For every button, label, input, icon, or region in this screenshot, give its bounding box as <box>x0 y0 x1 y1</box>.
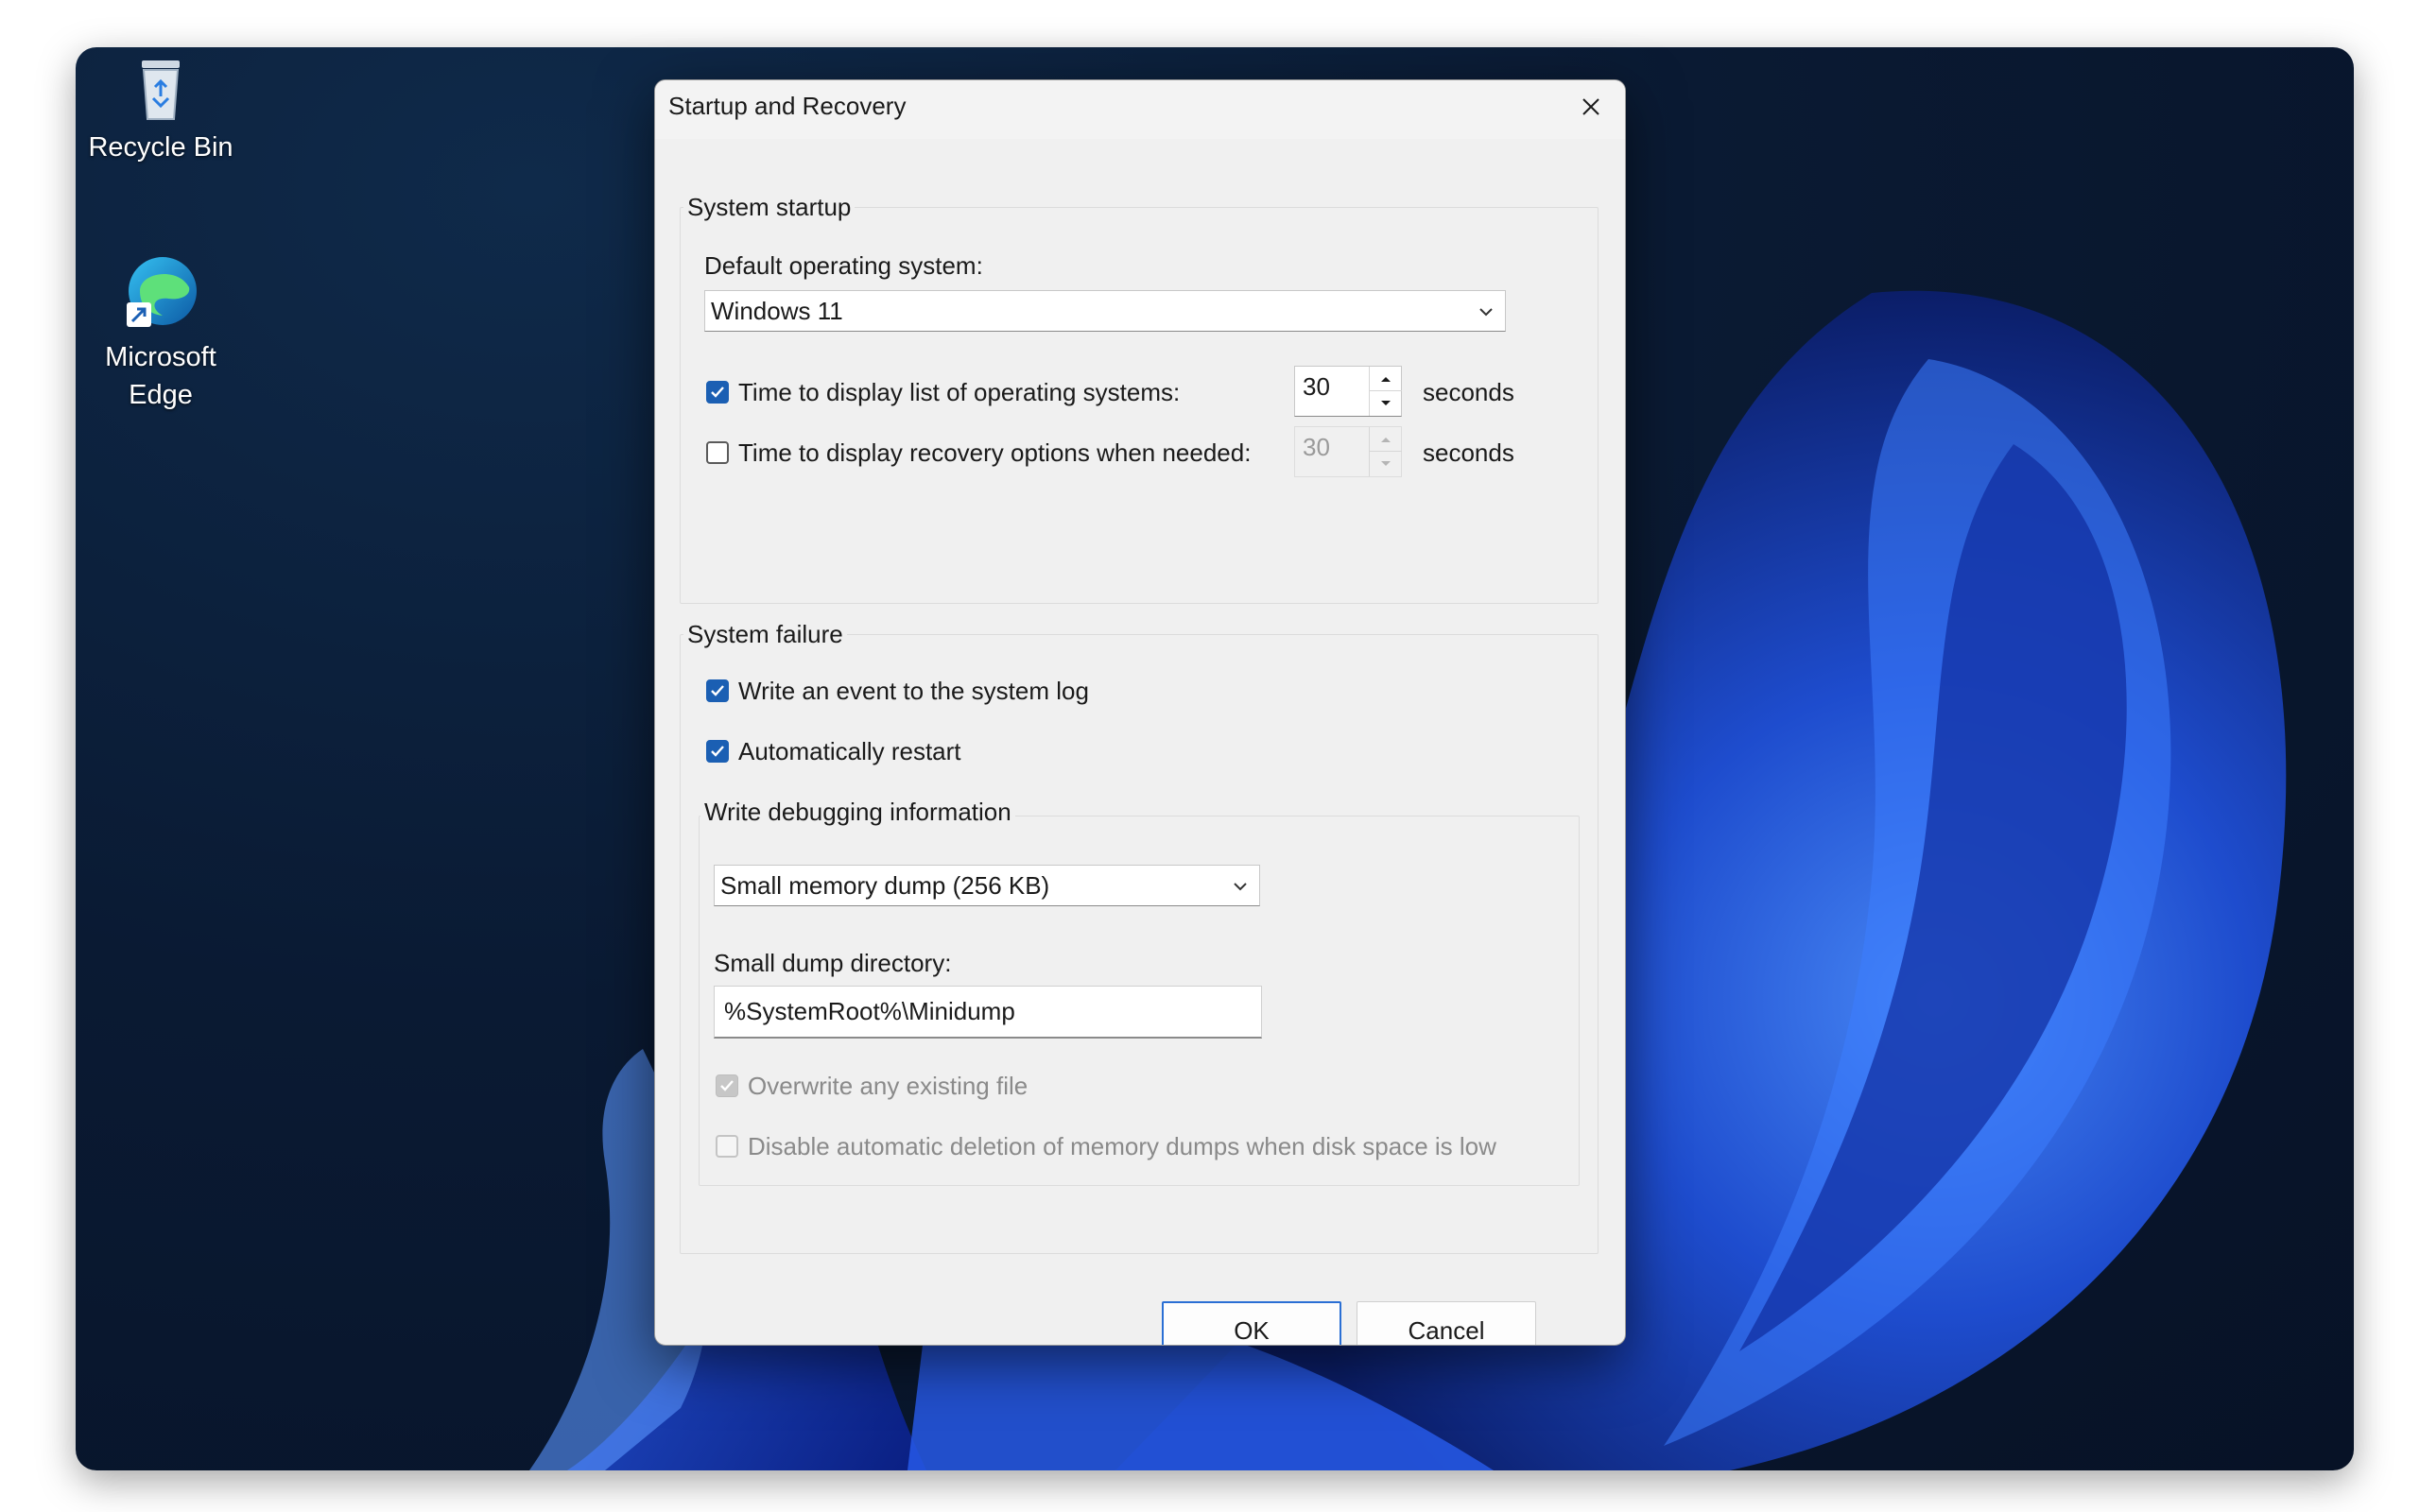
dump-type-value: Small memory dump (256 KB) <box>720 871 1050 900</box>
desktop-icon-recycle-bin[interactable]: Recycle Bin <box>76 55 246 166</box>
spin-up-button[interactable] <box>1370 367 1402 391</box>
time-recovery-value: 30 <box>1303 433 1330 461</box>
time-list-spinner[interactable]: 30 <box>1294 366 1402 417</box>
time-recovery-checkbox[interactable] <box>706 441 729 464</box>
dump-type-dropdown[interactable]: Small memory dump (256 KB) <box>714 865 1260 906</box>
time-recovery-unit: seconds <box>1423 438 1514 467</box>
dump-dir-label: Small dump directory: <box>714 949 952 977</box>
edge-icon <box>76 253 246 333</box>
edge-label-text: Microsoft Edge <box>105 342 216 410</box>
ok-button[interactable]: OK <box>1162 1301 1341 1345</box>
title-bar[interactable]: Startup and Recovery <box>655 80 1625 139</box>
caret-down-icon <box>1381 401 1391 405</box>
chevron-down-icon <box>1477 302 1495 326</box>
dump-dir-input[interactable] <box>715 987 1261 1037</box>
cancel-button[interactable]: Cancel <box>1357 1301 1536 1345</box>
spin-down-button[interactable] <box>1370 391 1402 416</box>
overwrite-checkbox <box>716 1074 738 1097</box>
time-list-unit: seconds <box>1423 378 1514 406</box>
time-list-checkbox[interactable] <box>706 381 729 404</box>
debug-info-title: Write debugging information <box>700 797 1015 827</box>
close-icon <box>1581 96 1601 122</box>
caret-up-icon <box>1381 376 1391 382</box>
write-event-label: Write an event to the system log <box>738 677 1089 705</box>
spin-up-button <box>1370 427 1402 452</box>
disable-deletion-checkbox <box>716 1135 738 1158</box>
desktop-icon-edge[interactable]: Microsoft Edge <box>76 253 246 414</box>
caret-up-icon <box>1381 437 1391 442</box>
default-os-label: Default operating system: <box>704 251 983 280</box>
spin-down-button <box>1370 452 1402 476</box>
time-recovery-label: Time to display recovery options when ne… <box>738 438 1252 467</box>
auto-restart-label: Automatically restart <box>738 737 961 765</box>
startup-recovery-dialog: Startup and Recovery System startup Defa… <box>654 79 1626 1346</box>
desktop-icon-label: Recycle Bin <box>88 132 233 163</box>
auto-restart-checkbox[interactable] <box>706 740 729 763</box>
system-startup-title: System startup <box>683 192 856 222</box>
dump-dir-field[interactable] <box>714 986 1262 1039</box>
caret-down-icon <box>1381 461 1391 466</box>
desktop-icon-label: Microsoft Edge <box>76 338 246 414</box>
recycle-bin-icon <box>76 55 246 123</box>
disable-deletion-label: Disable automatic deletion of memory dum… <box>748 1132 1496 1160</box>
write-event-checkbox[interactable] <box>706 679 729 702</box>
overwrite-label: Overwrite any existing file <box>748 1072 1028 1100</box>
chevron-down-icon <box>1231 877 1250 901</box>
default-os-dropdown[interactable]: Windows 11 <box>704 290 1506 332</box>
time-list-value[interactable]: 30 <box>1303 372 1330 401</box>
dialog-title: Startup and Recovery <box>668 92 907 120</box>
time-list-label: Time to display list of operating system… <box>738 378 1181 406</box>
close-button[interactable] <box>1564 86 1617 131</box>
system-failure-title: System failure <box>683 619 847 649</box>
spinner-arrows <box>1369 367 1402 416</box>
spinner-arrows <box>1369 427 1402 476</box>
time-recovery-spinner: 30 <box>1294 426 1402 477</box>
default-os-value: Windows 11 <box>711 297 843 325</box>
